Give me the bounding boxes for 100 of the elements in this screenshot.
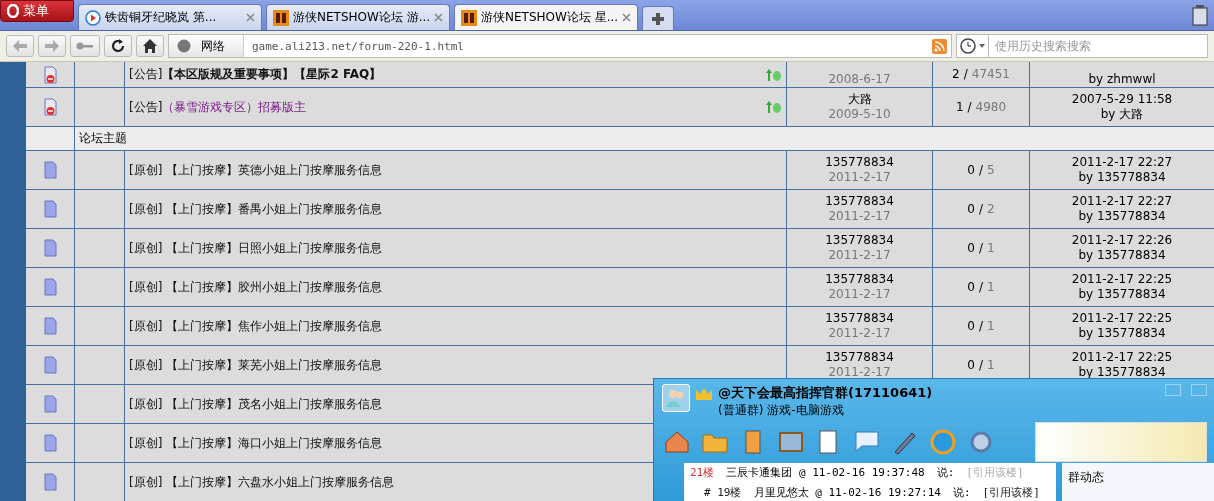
reload-button[interactable] [104,35,132,57]
thread-title[interactable]: [原创] 【上门按摩】英德小姐上门按摩服务信息 [129,162,383,178]
view-count: 4980 [975,99,1007,115]
last-post-time[interactable]: 2011-2-17 22:25 [1071,350,1173,365]
home-button[interactable] [136,35,164,57]
author-name[interactable]: 大路 [847,92,872,107]
last-post-time[interactable]: 2011-2-17 22:26 [1071,233,1173,248]
count-separator: / [978,279,983,295]
count-separator: / [978,240,983,256]
browser-tab[interactable]: 铁齿铜牙纪晓岚 第... [78,4,262,30]
document-icon [43,395,57,413]
browser-tab[interactable]: 游侠NETSHOW论坛 星... [454,4,638,30]
last-poster[interactable]: by 135778834 [1078,326,1166,341]
count-separator: / [967,99,972,115]
last-poster[interactable]: by zhmwwl [1088,72,1156,87]
clock-icon [958,38,987,54]
reply-count: 0 [967,240,975,256]
author-name[interactable]: 135778834 [825,155,894,170]
document-icon [43,161,57,179]
history-button[interactable] [956,34,988,58]
count-separator: / [978,162,983,178]
post-date: 2008-6-17 [828,72,891,87]
thread-title[interactable]: [原创] 【上门按摩】六盘水小姐上门按摩服务信息 [129,474,395,490]
thread-title[interactable]: [原创] 【上门按摩】焦作小姐上门按摩服务信息 [129,318,383,334]
sender-name: 三辰卡通集团 @ 11-02-16 19:37:48 [726,465,925,480]
author-name[interactable]: 135778834 [825,350,894,365]
thread-title[interactable]: [原创] 【上门按摩】海口小姐上门按摩服务信息 [129,435,383,451]
rss-icon[interactable] [932,38,947,54]
last-post-time[interactable]: 2011-2-17 22:27 [1071,155,1173,170]
document-icon [43,356,57,374]
thread-title[interactable]: [原创] 【上门按摩】日照小姐上门按摩服务信息 [129,240,383,256]
new-tab-button[interactable] [642,6,674,30]
post-date: 2011-2-17 [828,209,891,224]
play-icon [85,9,101,26]
site-icon [461,9,477,26]
author-name[interactable]: 135778834 [825,233,894,248]
plus-icon [652,12,664,25]
people-icon [666,389,686,407]
thread-title[interactable]: [原创] 【上门按摩】胶州小姐上门按摩服务信息 [129,279,383,295]
thread-title[interactable]: [原创] 【上门按摩】茂名小姐上门按摩服务信息 [129,396,383,412]
crown-icon [696,388,712,400]
document-icon [43,200,57,218]
count-separator: / [978,357,983,373]
floor-number: 21楼 [690,465,715,480]
minimize-button[interactable] [1165,384,1181,396]
browser-tab[interactable]: 游侠NETSHOW论坛 游... [266,4,450,30]
close-icon[interactable] [246,13,255,22]
close-icon[interactable] [622,13,631,22]
document-icon [43,239,57,257]
home-icon [143,39,157,53]
chat-subtitle: (普通群) 游戏-电脑游戏 [718,402,845,419]
score-icon [766,101,782,113]
document-icon [43,278,57,296]
post-date: 2011-2-17 [828,326,891,341]
thread-title[interactable]: [公告]（暴雪游戏专区）招募版主 [129,99,307,115]
last-poster[interactable]: by 135778834 [1078,287,1166,302]
post-date: 2011-2-17 [828,170,891,185]
site-icon [273,9,289,26]
back-button[interactable] [6,35,34,57]
forward-button[interactable] [38,35,66,57]
last-poster[interactable]: by 135778834 [1078,170,1166,185]
key-icon [76,41,94,51]
side-title: 群动态 [1068,470,1104,484]
author-name[interactable]: 135778834 [825,194,894,209]
reply-count: 2 [952,67,960,82]
reply-count: 1 [955,99,964,115]
last-poster[interactable]: by 大路 [1100,107,1144,122]
last-poster[interactable]: by 135778834 [1078,365,1166,380]
last-post-time[interactable]: 2011-2-17 22:27 [1071,194,1173,209]
thread-title[interactable]: [公告]【本区版规及重要事项】【星际2 FAQ】 [129,67,382,82]
last-post-time[interactable]: 2011-2-17 22:25 [1071,311,1173,326]
close-icon[interactable] [434,13,443,22]
last-poster[interactable]: by 135778834 [1078,209,1166,224]
view-count: 47451 [971,67,1010,82]
search-field[interactable]: 使用历史搜索搜索 [988,34,1208,58]
post-date: 2011-2-17 [828,365,891,380]
reply-count: 0 [967,318,975,334]
document-icon [43,317,57,335]
maximize-button[interactable] [1191,384,1207,396]
floor-number: # 19楼 [704,485,742,500]
score-icon [766,68,782,81]
last-post-time[interactable]: 2007-5-29 11:58 [1071,92,1173,107]
last-poster[interactable]: by 135778834 [1078,248,1166,263]
author-name[interactable]: 135778834 [825,272,894,287]
reply-count: 0 [967,279,975,295]
view-count: 1 [987,240,995,256]
thread-title[interactable]: [原创] 【上门按摩】莱芜小姐上门按摩服务信息 [129,357,383,373]
chat-title: @天下会最高指挥官群(17110641) [718,384,934,402]
ring-icon [928,427,958,457]
document-icon [43,434,57,452]
trash-icon[interactable] [1192,4,1208,26]
address-field[interactable]: 网络 game.ali213.net/forum-220-1.html [168,34,952,58]
back-arrow-icon [13,40,27,52]
menu-button[interactable]: 菜单 [0,0,74,22]
view-count: 1 [987,357,995,373]
author-name[interactable]: 135778834 [825,311,894,326]
thread-title[interactable]: [原创] 【上门按摩】番禺小姐上门按摩服务信息 [129,201,383,217]
count-separator: / [963,67,968,82]
last-post-time[interactable]: 2011-2-17 22:25 [1071,272,1173,287]
quote-link[interactable]: [引用该楼] [982,485,1040,500]
